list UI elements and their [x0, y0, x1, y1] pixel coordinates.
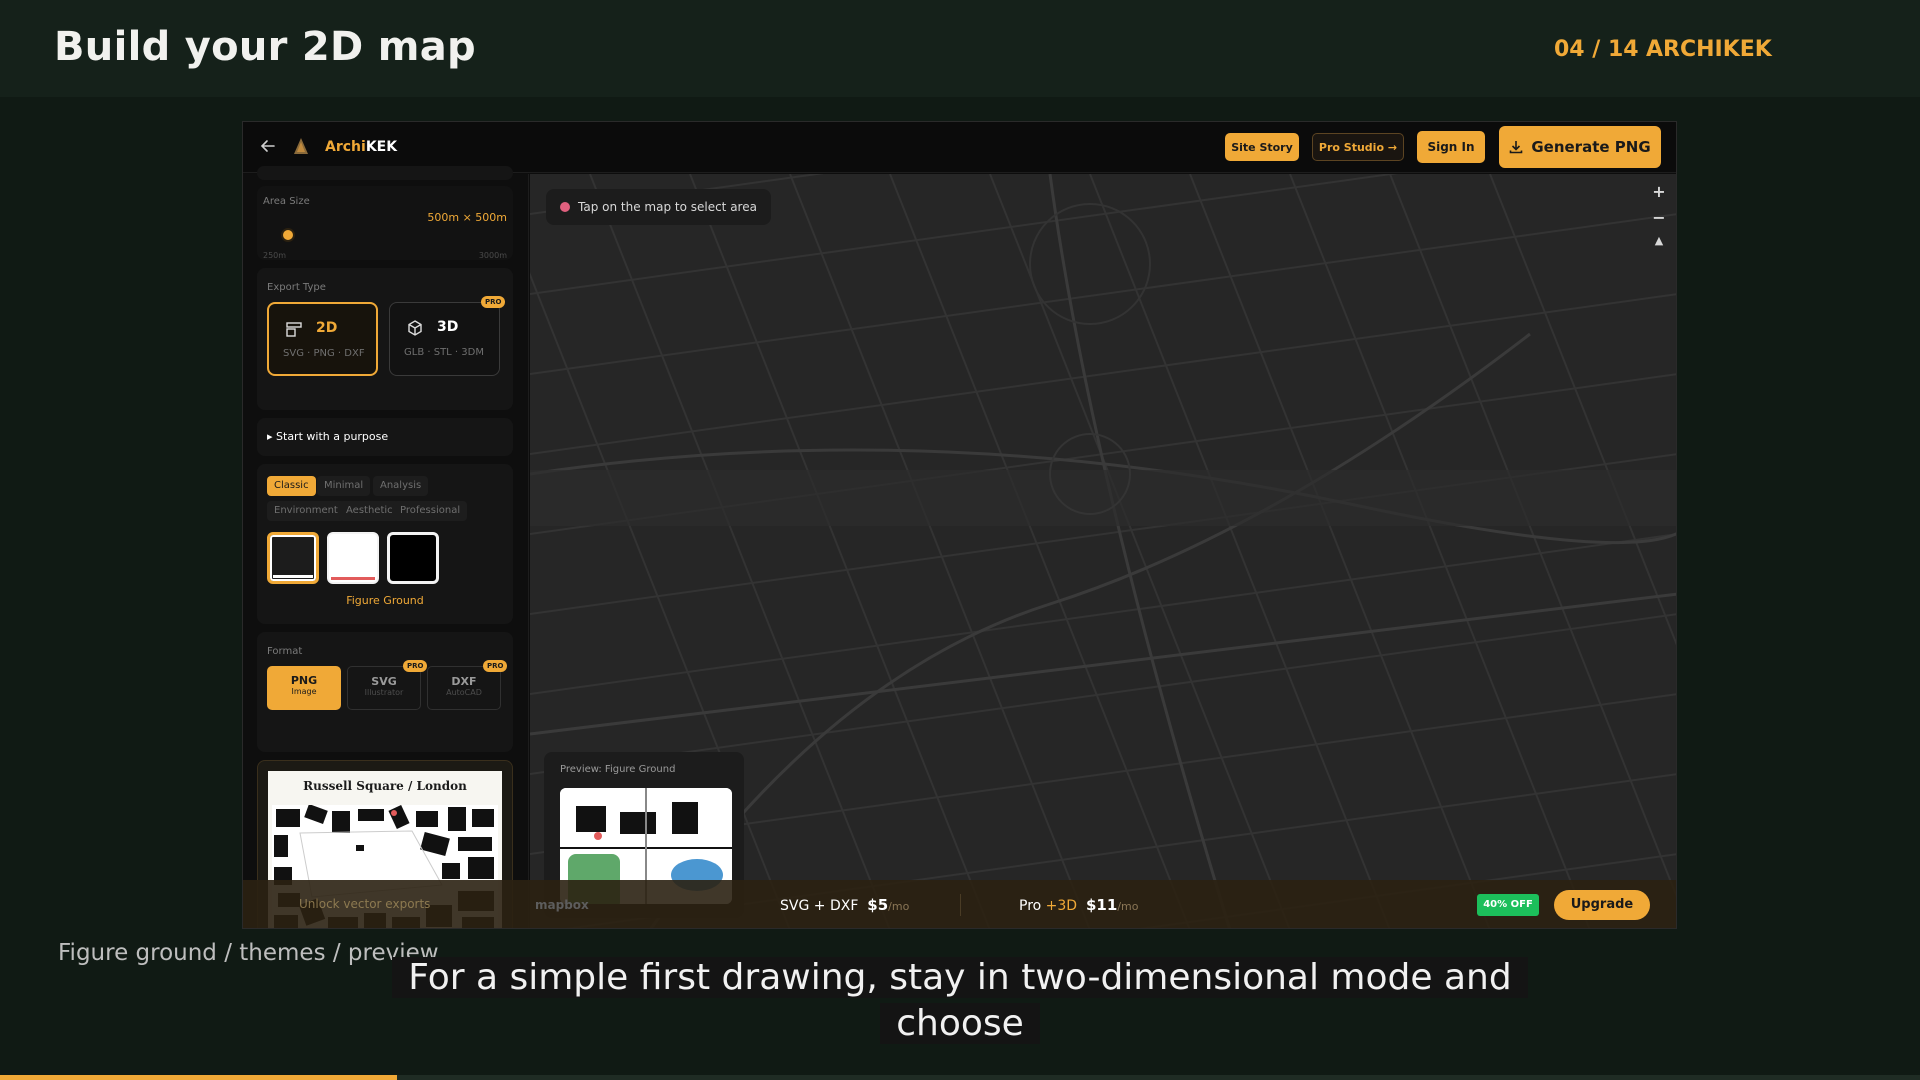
download-icon — [1510, 141, 1523, 154]
export-type-label: Export Type — [267, 282, 326, 293]
discount-badge: 40% OFF — [1477, 894, 1539, 916]
cube-icon — [408, 320, 422, 336]
format-svg-sub: Illustrator — [364, 688, 404, 697]
plan-vector-price: $5 — [867, 896, 889, 914]
slide-progress-track — [0, 1075, 1920, 1080]
format-svg-title: SVG — [371, 675, 397, 688]
promo-divider — [960, 894, 961, 916]
theme-tab-classic[interactable]: Classic — [267, 476, 316, 496]
theme-tab-professional[interactable]: Professional — [393, 501, 468, 521]
collapsed-card — [257, 166, 513, 180]
theme-tab-environment[interactable]: Environment — [267, 501, 345, 521]
generate-label: Generate PNG — [1531, 138, 1651, 156]
export-2d-title: 2D — [316, 320, 338, 336]
plan-pro-extra: +3D — [1045, 898, 1078, 914]
format-label: Format — [267, 646, 303, 657]
pin-icon — [560, 202, 570, 212]
tap-hint-text: Tap on the map to select area — [578, 200, 757, 214]
preview-label: Preview: Figure Ground — [560, 764, 676, 775]
export-2d-option[interactable]: 2D SVG · PNG · DXF — [267, 302, 378, 376]
subtitle-line-2: choose — [880, 1003, 1040, 1044]
theme-tab-minimal[interactable]: Minimal — [317, 476, 371, 496]
area-max-label: 3000m — [478, 251, 507, 260]
export-2d-formats: SVG · PNG · DXF — [283, 348, 365, 359]
logo-icon — [294, 138, 308, 154]
app-name-part2: KEK — [365, 139, 398, 155]
map-canvas[interactable]: Tap on the map to select area + − ▲ Prev… — [530, 174, 1676, 928]
pro-badge: PRO — [481, 296, 506, 308]
area-size-card: Area Size 500m × 500m 250m 3000m — [257, 186, 513, 260]
theme-swatch-dark[interactable] — [387, 532, 439, 584]
slide-progress-fill — [0, 1075, 398, 1080]
slide-header: Build your 2D map 04 / 14 ARCHIKEK — [0, 0, 1920, 97]
subtitle: For a simple first drawing, stay in two-… — [0, 955, 1920, 1047]
selected-theme-label: Figure Ground — [346, 594, 424, 607]
layers-2d-icon — [286, 322, 302, 337]
sign-in-button[interactable]: Sign In — [1417, 131, 1485, 163]
compass-button[interactable]: ▲ — [1648, 234, 1670, 258]
poster-title: Russell Square / London — [303, 779, 467, 793]
unlock-text: Unlock vector exports — [299, 897, 431, 911]
mapbox-logo: mapbox — [535, 898, 589, 912]
slide-brand: ARCHIKEK — [1646, 37, 1772, 62]
dxf-pro-badge: PRO — [483, 660, 508, 672]
plan-vector-per: /mo — [888, 900, 910, 913]
slide-counter: 04 / 14 — [1554, 37, 1639, 62]
subtitle-line-1: For a simple first drawing, stay in two-… — [392, 957, 1528, 998]
area-size-value: 500m × 500m — [427, 211, 507, 224]
slide-title: Build your 2D map — [54, 24, 476, 70]
site-story-button[interactable]: Site Story — [1225, 133, 1299, 161]
theme-tab-analysis[interactable]: Analysis — [373, 476, 429, 496]
app-name-part1: Archi — [325, 139, 366, 155]
pro-studio-button[interactable]: Pro Studio → — [1312, 133, 1404, 161]
back-arrow-icon[interactable] — [259, 137, 277, 155]
app-name: ArchiKEK — [325, 139, 397, 155]
promo-bar: Unlock vector exports mapbox SVG + DXF $… — [243, 880, 1676, 928]
plan-pro-name: Pro — [1019, 898, 1042, 914]
plan-pro: Pro +3D $11/mo — [1019, 896, 1138, 914]
svg-pro-badge: PRO — [403, 660, 428, 672]
format-card: Format PNG Image SVG Illustrator DXF Aut… — [257, 632, 513, 752]
area-size-slider[interactable] — [281, 228, 296, 242]
plan-vector-name: SVG + DXF — [780, 898, 859, 914]
plan-vector: SVG + DXF $5/mo — [780, 896, 909, 914]
purpose-toggle[interactable]: ▸ Start with a purpose — [267, 430, 388, 443]
generate-png-button[interactable]: Generate PNG — [1499, 126, 1661, 168]
format-dxf-option[interactable]: DXF AutoCAD — [427, 666, 501, 710]
theme-card: Classic Minimal Analysis Environment Aes… — [257, 464, 513, 624]
format-svg-option[interactable]: SVG Illustrator — [347, 666, 421, 710]
export-3d-formats: GLB · STL · 3DM — [404, 347, 484, 358]
theme-swatch-light[interactable] — [327, 532, 379, 584]
plan-pro-price: $11 — [1086, 896, 1118, 914]
app-window: ArchiKEK Site Story Pro Studio → Sign In… — [242, 121, 1677, 929]
sidebar: Area Size 500m × 500m 250m 3000m Export … — [243, 166, 529, 928]
export-type-card: Export Type 2D SVG · PNG · DXF 3D GLB · … — [257, 268, 513, 410]
upgrade-button[interactable]: Upgrade — [1554, 890, 1650, 920]
format-png-sub: Image — [291, 687, 317, 696]
theme-swatch-figure-ground[interactable] — [267, 532, 319, 584]
theme-tab-aesthetic[interactable]: Aesthetic — [339, 501, 400, 521]
format-png-title: PNG — [290, 674, 318, 687]
zoom-in-button[interactable]: + — [1648, 182, 1670, 206]
area-size-label: Area Size — [263, 196, 310, 207]
format-png-option[interactable]: PNG Image — [267, 666, 341, 710]
format-dxf-sub: AutoCAD — [446, 688, 482, 697]
export-3d-title: 3D — [437, 319, 459, 335]
tap-hint: Tap on the map to select area — [546, 189, 771, 225]
export-3d-option[interactable]: 3D GLB · STL · 3DM — [389, 302, 500, 376]
purpose-card[interactable]: ▸ Start with a purpose — [257, 418, 513, 456]
format-dxf-title: DXF — [451, 675, 477, 688]
zoom-out-button[interactable]: − — [1648, 208, 1670, 232]
plan-pro-per: /mo — [1117, 900, 1139, 913]
area-min-label: 250m — [263, 251, 287, 260]
